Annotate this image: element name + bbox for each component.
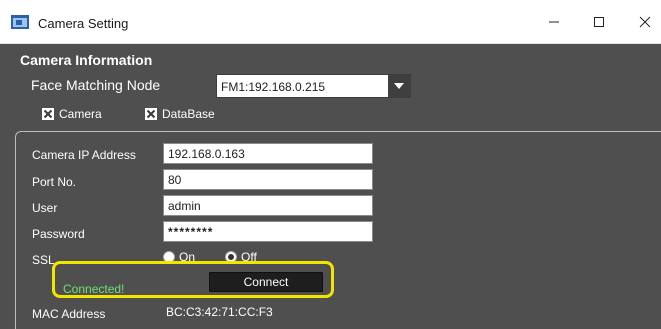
checkbox-checked-icon [145,108,157,120]
window-title: Camera Setting [38,16,129,31]
ssl-label: SSL [32,253,55,267]
face-matching-node-select[interactable]: FM1:192.168.0.215 [216,74,411,98]
port-field[interactable]: 80 [163,169,373,190]
password-label: Password [32,227,85,241]
client-area: Camera Information Face Matching Node FM… [0,44,661,329]
camera-checkbox[interactable]: Camera [42,107,102,121]
connect-button[interactable]: Connect [209,272,323,292]
mac-address-value: BC:C3:42:71:CC:F3 [166,305,273,319]
close-button[interactable] [625,8,661,36]
close-icon [639,16,651,28]
user-label: User [32,201,58,215]
camera-ip-field[interactable]: 192.168.0.163 [163,143,373,164]
port-label: Port No. [32,175,77,189]
mac-address-label: MAC Address [32,307,106,321]
face-matching-node-value: FM1:192.168.0.215 [221,80,326,94]
maximize-icon [593,16,605,28]
minimize-icon [548,16,560,28]
maximize-button[interactable] [579,8,619,36]
database-checkbox[interactable]: DataBase [145,107,215,121]
checkbox-checked-icon [42,108,54,120]
section-title: Camera Information [20,52,153,68]
camera-app-icon [11,15,29,29]
camera-ip-label: Camera IP Address [32,148,136,162]
minimize-button[interactable] [534,8,574,36]
password-field[interactable]: ******** [163,221,373,242]
chevron-down-icon[interactable] [388,75,410,97]
database-checkbox-label: DataBase [162,107,215,121]
connection-status: Connected! [63,282,125,296]
camera-checkbox-label: Camera [59,107,102,121]
title-bar: Camera Setting [0,0,661,44]
user-field[interactable]: admin [163,195,373,216]
face-matching-node-label: Face Matching Node [31,77,161,93]
